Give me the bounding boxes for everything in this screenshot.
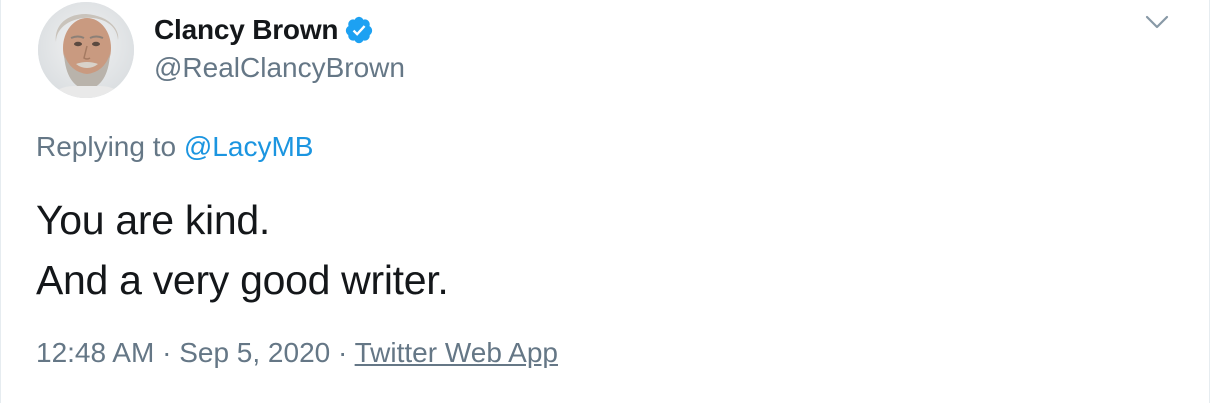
tweet-date[interactable]: Sep 5, 2020 [179, 337, 330, 368]
meta-separator: · [162, 337, 172, 368]
chevron-down-icon[interactable] [1144, 12, 1170, 32]
author-display-name[interactable]: Clancy Brown [154, 14, 339, 46]
author-name-row[interactable]: Clancy Brown [154, 12, 374, 48]
tweet-card: Clancy Brown @RealClancyBrown Replying t… [0, 0, 1210, 403]
meta-separator: · [338, 337, 348, 368]
replying-to-label: Replying to [36, 131, 177, 162]
verified-badge-icon [344, 15, 374, 45]
tweet-text-line: And a very good writer. [36, 257, 449, 303]
tweet-text-line: You are kind. [36, 197, 270, 243]
tweet-text: You are kind. And a very good writer. [36, 190, 449, 310]
tweet-source-link[interactable]: Twitter Web App [355, 337, 558, 368]
author-handle[interactable]: @RealClancyBrown [154, 52, 405, 84]
tweet-time[interactable]: 12:48 AM [36, 337, 154, 368]
avatar[interactable] [38, 2, 134, 98]
reply-mention-link[interactable]: @LacyMB [184, 131, 314, 162]
replying-to-line: Replying to @LacyMB [36, 131, 313, 163]
tweet-meta: 12:48 AM · Sep 5, 2020 · Twitter Web App [36, 337, 558, 369]
avatar-photo-icon [38, 2, 134, 98]
